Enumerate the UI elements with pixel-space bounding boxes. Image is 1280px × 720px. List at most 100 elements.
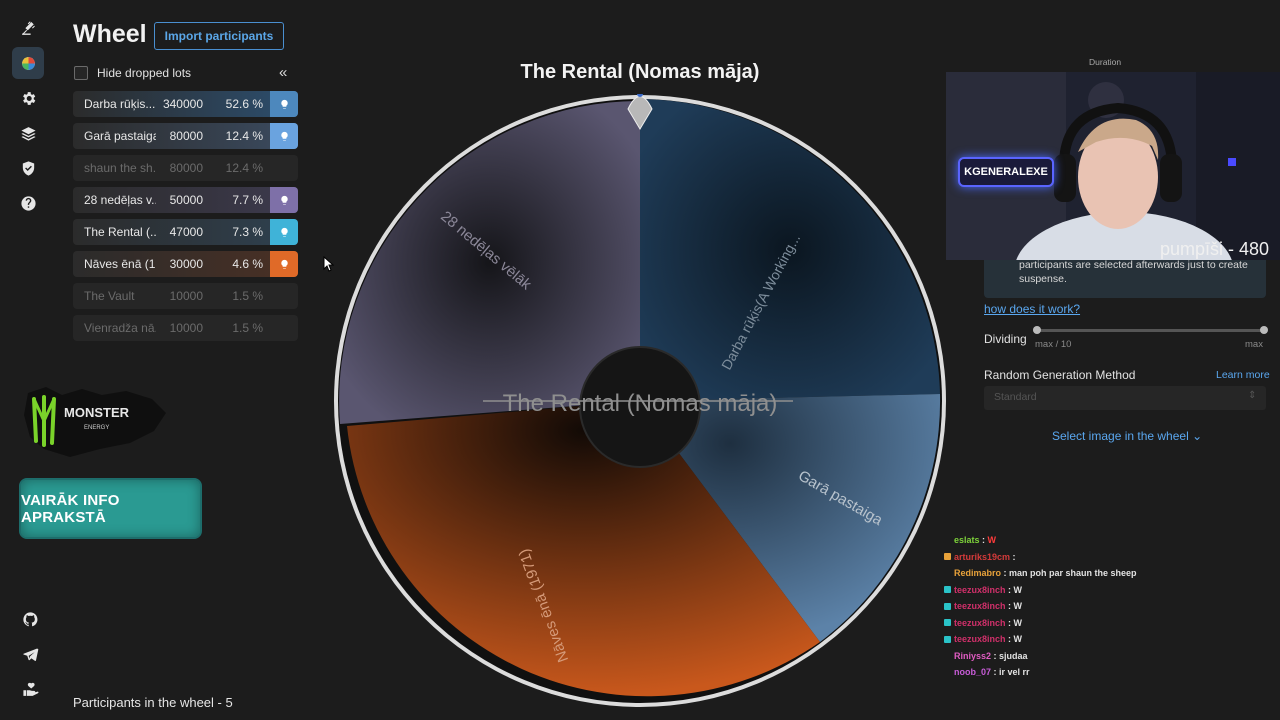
chat-username[interactable]: teezux8inch	[954, 634, 1006, 644]
chat-username[interactable]: arturiks19cm	[954, 552, 1010, 562]
chat-message: arturiks19cm :	[944, 549, 1274, 566]
chat-text: W	[1013, 601, 1023, 612]
chat-badge-icon	[944, 570, 951, 577]
lot-name: Nāves ēnā (1...	[84, 257, 156, 271]
lot-percent: 1.5 %	[232, 321, 263, 335]
lot-row[interactable]: Darba rūķis... 340000 52.6 %	[73, 91, 298, 117]
page-title: Wheel	[73, 20, 147, 48]
lot-name: 28 nedēļas v...	[84, 193, 156, 207]
chat-text: W	[1013, 634, 1023, 645]
chat-separator: :	[1010, 551, 1019, 562]
layers-icon[interactable]	[12, 117, 44, 149]
dividing-slider[interactable]	[1033, 329, 1266, 332]
chat-message: teezux8inch : W	[944, 598, 1274, 615]
bottom-sidebar	[12, 603, 46, 708]
chat-badge-icon	[944, 635, 951, 643]
lot-amount: 50000	[169, 193, 203, 207]
stream-chat: eslats : Warturiks19cm : Redimabro : man…	[944, 532, 1274, 681]
lot-amount: 10000	[169, 289, 203, 303]
chat-text: W	[1013, 584, 1023, 595]
chat-username[interactable]: Redimabro	[954, 568, 1001, 578]
monster-logo-subtext: ENERGY	[84, 425, 109, 431]
dividing-min-label: max / 10	[1035, 339, 1072, 350]
lot-row[interactable]: 28 nedēļas v... 50000 7.7 %	[73, 187, 298, 213]
webcam-badge: KGENERALEXE	[958, 157, 1054, 187]
prize-wheel[interactable]: Darba rūķis(A Working... Garā pastaiga N…	[333, 94, 947, 714]
how-does-it-work-link[interactable]: how does it work?	[984, 302, 1080, 316]
lot-name: The Vault	[84, 289, 135, 303]
chat-username[interactable]: teezux8inch	[954, 585, 1006, 595]
lot-row[interactable]: The Rental (... 47000 7.3 %	[73, 219, 298, 245]
chat-message: eslats : W	[944, 532, 1274, 549]
gear-icon[interactable]	[12, 82, 44, 114]
chat-username[interactable]: teezux8inch	[954, 618, 1006, 628]
lot-name: Darba rūķis...	[84, 97, 156, 111]
mouse-cursor-icon	[323, 256, 335, 272]
wheel-icon[interactable]	[12, 47, 44, 79]
chat-username[interactable]: teezux8inch	[954, 601, 1006, 611]
rgm-label: Random Generation Method	[984, 368, 1136, 382]
lots-list: Darba rūķis... 340000 52.6 % Garā pastaiga 8…	[73, 91, 298, 347]
lot-name: Garā pastaiga	[84, 129, 156, 143]
chat-separator: :	[1005, 601, 1014, 612]
chat-badge-icon	[944, 586, 951, 594]
chat-badge-icon	[944, 537, 951, 544]
wheel-winner-title: The Rental (Nomas māja)	[520, 61, 760, 83]
lot-row[interactable]: Vienradža nā... 10000 1.5 %	[73, 315, 298, 341]
chat-message: Riniyss2 : sjudaa	[944, 648, 1274, 665]
lot-row[interactable]: shaun the sh... 80000 12.4 %	[73, 155, 298, 181]
chat-separator: :	[979, 535, 988, 546]
wheel-center-text: The Rental (Nomas māja)	[503, 390, 778, 417]
lot-percent: 12.4 %	[225, 161, 263, 175]
shield-icon[interactable]	[12, 152, 44, 184]
chat-separator: :	[1005, 584, 1014, 595]
select-image-label: Select image in the wheel	[1052, 429, 1189, 443]
lightbulb-icon[interactable]	[270, 219, 298, 245]
collapse-panel-icon[interactable]: «	[279, 64, 287, 81]
import-participants-button[interactable]: Import participants	[154, 22, 284, 50]
dividing-label: Dividing	[984, 332, 1027, 346]
lightbulb-icon[interactable]	[270, 187, 298, 213]
chat-separator: :	[991, 667, 1000, 678]
lot-percent: 12.4 %	[225, 129, 263, 143]
lot-row[interactable]: Nāves ēnā (1... 30000 4.6 %	[73, 251, 298, 277]
chat-text: man poh par shaun the sheep	[1009, 568, 1137, 579]
info-banner[interactable]: VAIRĀK INFO APRAKSTĀ	[19, 478, 202, 539]
lightbulb-icon[interactable]	[270, 251, 298, 277]
lightbulb-icon[interactable]	[270, 123, 298, 149]
chat-username[interactable]: eslats	[954, 535, 980, 545]
hide-dropped-toggle[interactable]: Hide dropped lots	[74, 66, 191, 80]
lot-percent: 7.7 %	[232, 193, 263, 207]
lot-amount: 340000	[162, 97, 203, 111]
rgm-select-value: Standard	[994, 391, 1037, 403]
lot-row[interactable]: The Vault 10000 1.5 %	[73, 283, 298, 309]
lot-amount: 80000	[169, 129, 203, 143]
lot-percent: 4.6 %	[232, 257, 263, 271]
lot-percent: 52.6 %	[225, 97, 263, 111]
chat-separator: :	[991, 650, 1000, 661]
github-icon[interactable]	[14, 603, 46, 635]
helper-text: participants are selected afterwards jus…	[1019, 259, 1248, 285]
chat-message: teezux8inch : W	[944, 582, 1274, 599]
participants-count: Participants in the wheel - 5	[73, 695, 233, 710]
chat-username[interactable]: Riniyss2	[954, 651, 991, 661]
lot-row[interactable]: Garā pastaiga 80000 12.4 %	[73, 123, 298, 149]
learn-more-link[interactable]: Learn more	[1216, 369, 1270, 381]
lightbulb-icon[interactable]	[270, 91, 298, 117]
auction-icon[interactable]	[12, 12, 44, 44]
chevron-down-icon: ⌄	[1192, 429, 1203, 443]
dividing-max-label: max	[1245, 339, 1263, 350]
select-image-toggle[interactable]: Select image in the wheel ⌄	[1052, 429, 1202, 443]
donate-icon[interactable]	[14, 673, 46, 705]
chat-message: noob_07 : ir vel rr	[944, 664, 1274, 681]
help-icon[interactable]	[12, 187, 44, 219]
hide-dropped-checkbox[interactable]	[74, 66, 88, 80]
chat-separator: :	[1001, 568, 1010, 579]
chat-badge-icon	[944, 619, 951, 627]
chat-text: W	[1013, 617, 1023, 628]
chat-separator: :	[1005, 634, 1014, 645]
chat-message: teezux8inch : W	[944, 631, 1274, 648]
chat-username[interactable]: noob_07	[954, 667, 991, 677]
dividing-slider-handle[interactable]	[1033, 326, 1041, 334]
telegram-icon[interactable]	[14, 638, 46, 670]
